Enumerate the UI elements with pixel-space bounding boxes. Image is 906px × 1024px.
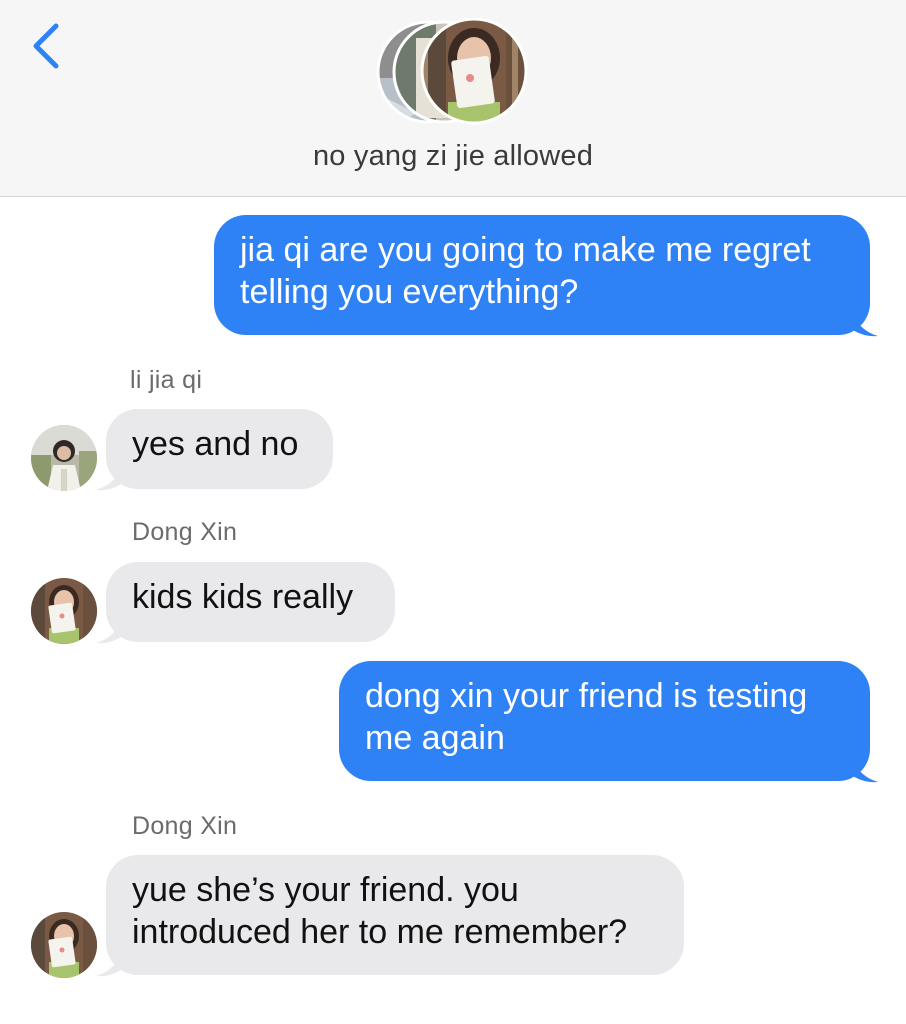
- message-line: kids kids really: [132, 578, 354, 616]
- back-button[interactable]: [22, 22, 68, 70]
- sender-name: Dong Xin: [132, 812, 238, 840]
- dong-xin-avatar[interactable]: [31, 912, 97, 978]
- outgoing-message[interactable]: dong xin your friend is testing me again: [339, 661, 870, 781]
- message-line: me again: [365, 719, 505, 757]
- sender-name: Dong Xin: [132, 518, 238, 546]
- sender-name: li jia qi: [130, 366, 203, 394]
- incoming-message[interactable]: yue she’s your friend. you introduced he…: [106, 855, 684, 975]
- message-line: introduced her to me remember?: [132, 913, 628, 951]
- bubble-tail: [96, 946, 124, 977]
- message-line: yue she’s your friend. you: [132, 871, 519, 909]
- chevron-left-icon: [33, 23, 59, 69]
- bubble-tail: [96, 460, 124, 491]
- bubble-tail: [850, 306, 878, 337]
- bubble-tail: [850, 752, 878, 783]
- group-avatar[interactable]: [376, 17, 530, 126]
- message-line: yes and no: [132, 425, 299, 463]
- outgoing-message[interactable]: jia qi are you going to make me regret t…: [214, 215, 870, 335]
- message-line: jia qi are you going to make me regret: [240, 231, 811, 269]
- message-line: telling you everything?: [240, 273, 579, 311]
- chat-header: no yang zi jie allowed: [0, 0, 906, 197]
- incoming-message[interactable]: yes and no: [106, 409, 333, 489]
- dong-xin-avatar[interactable]: [31, 578, 97, 644]
- conversation-title[interactable]: no yang zi jie allowed: [0, 140, 906, 173]
- message-line: dong xin your friend is testing: [365, 677, 808, 715]
- li-jia-qi-avatar[interactable]: [31, 425, 97, 491]
- bubble-tail: [96, 613, 124, 644]
- incoming-message[interactable]: kids kids really: [106, 562, 395, 642]
